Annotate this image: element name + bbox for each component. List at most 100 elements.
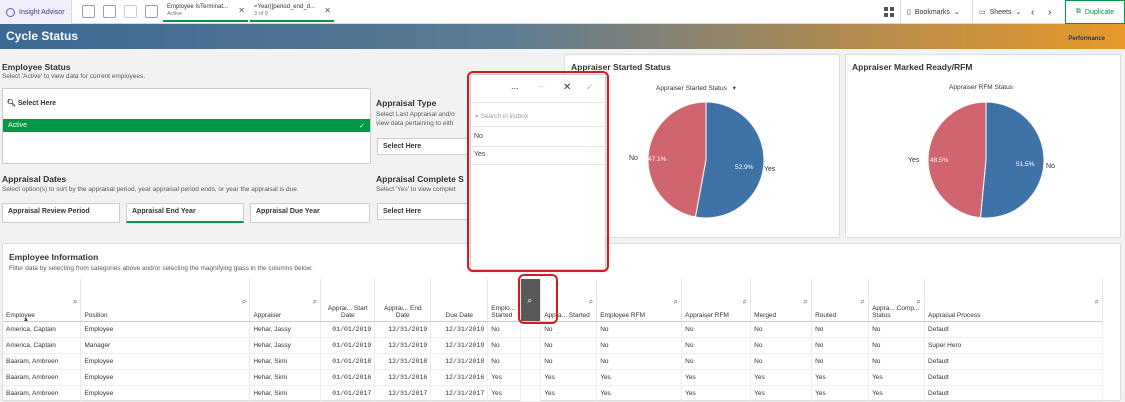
table-cell[interactable]: 12/31/2019 — [374, 321, 432, 338]
table-cell[interactable]: No — [681, 337, 752, 354]
duplicate-button[interactable]: ⧉ Duplicate — [1065, 0, 1125, 24]
table-cell[interactable]: No — [596, 353, 683, 370]
table-cell[interactable]: No — [868, 353, 926, 370]
table-cell[interactable]: Default — [924, 369, 1103, 386]
table-cell[interactable]: Yes — [750, 369, 813, 386]
table-cell[interactable]: Yes — [681, 385, 752, 402]
clear-selections-icon[interactable] — [145, 5, 158, 18]
table-cell[interactable]: Baaram, Ambreen — [3, 369, 82, 386]
search-icon[interactable]: ⌕ — [917, 297, 921, 307]
table-cell[interactable]: Default — [924, 321, 1103, 338]
table-cell[interactable]: No — [681, 353, 752, 370]
search-icon[interactable]: ⌕ — [1095, 297, 1099, 307]
table-cell[interactable]: Hehar, Jassy — [249, 321, 322, 338]
smart-search-icon[interactable] — [82, 5, 95, 18]
table-cell[interactable]: 12/31/2016 — [430, 369, 489, 386]
table-cell[interactable]: 01/01/2016 — [320, 369, 376, 386]
table-cell[interactable]: No — [750, 321, 813, 338]
close-icon[interactable]: ✕ — [324, 6, 331, 15]
table-cell[interactable]: Yes — [596, 385, 683, 402]
grid-icon[interactable] — [884, 0, 894, 24]
table-cell[interactable]: Employee — [80, 321, 251, 338]
table-cell[interactable]: Manager — [80, 337, 251, 354]
table-cell[interactable]: America, Captain — [3, 321, 82, 338]
table-cell[interactable]: Yes — [540, 385, 598, 402]
table-cell[interactable]: Yes — [868, 369, 926, 386]
search-icon[interactable]: ⌕ — [743, 297, 747, 307]
listbox-item-active[interactable]: Active ✓ — [3, 119, 370, 132]
col-header[interactable]: Apprai... End Date — [374, 279, 432, 322]
pie-slice-yes[interactable] — [694, 101, 765, 219]
table-cell[interactable]: Employee — [80, 369, 251, 386]
table-cell[interactable]: Yes — [540, 369, 598, 386]
table-cell[interactable]: 01/01/2017 — [320, 385, 376, 402]
step-forward-icon[interactable] — [124, 5, 137, 18]
table-cell[interactable]: Baaram, Ambreen — [3, 353, 82, 370]
table-cell[interactable]: No — [811, 353, 870, 370]
table-cell[interactable]: Super Hero — [924, 337, 1103, 354]
appraisal-complete-select[interactable]: Select Here — [377, 203, 469, 220]
next-sheet-icon[interactable]: › — [1048, 0, 1051, 24]
table-cell[interactable]: Yes — [681, 369, 752, 386]
table-cell[interactable]: 12/31/2019 — [374, 337, 432, 354]
table-row[interactable]: Baaram, Ambreen Employee Hehar, Simi 01/01/… — [3, 369, 1103, 386]
table-cell[interactable]: Yes — [811, 385, 870, 402]
table-cell[interactable]: Yes — [750, 385, 813, 402]
col-header[interactable]: Apprai... Start Date — [320, 279, 376, 322]
table-cell[interactable]: 01/01/2018 — [320, 353, 376, 370]
close-icon[interactable]: ✕ — [238, 6, 245, 15]
search-icon[interactable]: ⌕ — [861, 297, 865, 307]
table-cell[interactable]: 12/31/2017 — [430, 385, 489, 402]
table-cell[interactable]: 12/31/2016 — [374, 369, 432, 386]
table-cell[interactable]: Yes — [487, 369, 522, 386]
search-icon[interactable]: ⌕ — [73, 297, 77, 307]
table-row[interactable]: Baaram, Ambreen Employee Hehar, Simi 01/01/… — [3, 353, 1103, 370]
col-header[interactable]: Emplo... Started — [487, 279, 522, 322]
table-cell[interactable]: Hehar, Simi — [249, 385, 322, 402]
table-cell[interactable]: No — [681, 321, 752, 338]
search-icon[interactable]: ⌕ — [242, 297, 246, 307]
table-cell[interactable]: Baaram, Ambreen — [3, 385, 82, 402]
step-back-icon[interactable] — [103, 5, 116, 18]
appraisal-end-year-button[interactable]: Appraisal End Year — [126, 203, 244, 223]
col-header[interactable]: Employee RFM ⌕ — [596, 279, 683, 322]
appraisal-due-year-button[interactable]: Appraisal Due Year — [250, 203, 370, 223]
appraisal-type-select[interactable]: Select Here — [377, 138, 469, 155]
col-header[interactable]: Employee ▲ ⌕ — [3, 279, 82, 323]
selection-chip-year[interactable]: =Year([period_end_d... 3 of 9 ✕ — [250, 2, 334, 22]
table-cell[interactable]: No — [487, 353, 522, 370]
col-header[interactable]: Appraisal Process ⌕ — [924, 279, 1103, 322]
table-cell[interactable]: Yes — [487, 385, 522, 402]
table-cell[interactable]: Yes — [596, 369, 683, 386]
bookmarks-button[interactable]: ▯ Bookmarks ⌄ — [900, 0, 960, 24]
table-cell[interactable]: No — [596, 321, 683, 338]
col-header[interactable]: Routed ⌕ — [811, 279, 870, 322]
table-cell[interactable]: Hehar, Simi — [249, 353, 322, 370]
insight-advisor-button[interactable]: Insight Advisor — [0, 0, 72, 24]
col-header[interactable]: Appraiser RFM ⌕ — [681, 279, 752, 322]
col-header[interactable]: Merged ⌕ — [750, 279, 813, 322]
table-cell[interactable]: Default — [924, 353, 1103, 370]
table-cell[interactable]: 12/31/2019 — [430, 337, 489, 354]
col-header[interactable]: Due Date — [430, 279, 489, 322]
search-icon[interactable]: ⌕ — [313, 297, 317, 307]
pie-slice-no[interactable] — [979, 101, 1045, 219]
table-cell[interactable]: 01/01/2019 — [320, 337, 376, 354]
table-row[interactable]: Baaram, Ambreen Employee Hehar, Simi 01/01/… — [3, 385, 1103, 402]
table-cell[interactable]: No — [750, 337, 813, 354]
table-cell[interactable]: America, Captain — [3, 337, 82, 354]
table-cell[interactable]: No — [487, 321, 522, 338]
listbox-search[interactable]: 🔍︎ Select Here — [7, 99, 56, 107]
search-icon[interactable]: ⌕ — [804, 297, 808, 307]
prev-sheet-icon[interactable]: ‹ — [1031, 0, 1034, 24]
table-cell[interactable]: No — [487, 337, 522, 354]
table-cell[interactable]: No — [868, 337, 926, 354]
col-header[interactable]: Appra... Comp... Status ⌕ — [868, 279, 926, 322]
table-cell[interactable]: Employee — [80, 353, 251, 370]
table-cell[interactable]: No — [811, 337, 870, 354]
table-cell[interactable]: No — [750, 353, 813, 370]
col-header[interactable]: Position ⌕ — [80, 279, 251, 322]
table-cell[interactable]: No — [540, 353, 598, 370]
table-cell[interactable]: Yes — [811, 369, 870, 386]
table-cell[interactable] — [520, 353, 542, 370]
